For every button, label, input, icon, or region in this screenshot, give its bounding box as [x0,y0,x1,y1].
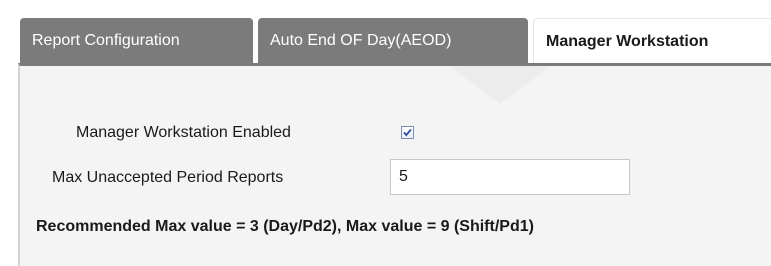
settings-page: Report Configuration Auto End OF Day(AEO… [0,0,771,266]
recommendation-text: Recommended Max value = 3 (Day/Pd2), Max… [36,218,534,235]
tab-bar: Report Configuration Auto End OF Day(AEO… [0,0,771,70]
panel-watermark [450,66,550,104]
checkmark-icon [403,128,412,137]
enabled-label: Manager Workstation Enabled [76,124,291,141]
max-reports-input[interactable] [390,159,630,195]
settings-panel: Manager Workstation Enabled Max Unaccept… [18,63,771,266]
tab-report-configuration[interactable]: Report Configuration [20,18,253,63]
tab-auto-end-of-day[interactable]: Auto End OF Day(AEOD) [258,18,528,63]
max-reports-label: Max Unaccepted Period Reports [52,169,284,186]
tab-manager-workstation[interactable]: Manager Workstation [533,18,771,63]
enabled-checkbox[interactable] [401,126,414,139]
